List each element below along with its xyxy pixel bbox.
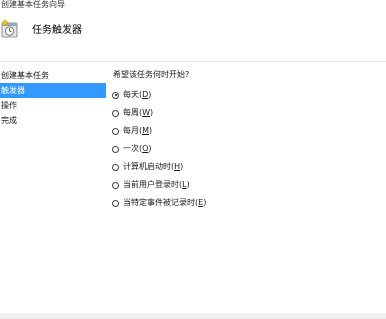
step-action[interactable]: 操作 xyxy=(0,98,106,113)
radio-once[interactable] xyxy=(112,145,119,153)
create-basic-task-wizard: 创建基本任务向导 任务触发器 创建基本任务 触发器 操作 完成 希望该任务何时开… xyxy=(0,0,386,319)
radio-monthly[interactable] xyxy=(112,127,119,135)
radio-daily[interactable] xyxy=(112,91,119,99)
radio-on-event[interactable] xyxy=(112,199,119,207)
radio-weekly[interactable] xyxy=(112,109,119,117)
option-daily[interactable]: 每天(D) xyxy=(112,86,362,104)
step-trigger[interactable]: 触发器 xyxy=(0,83,106,98)
radio-on-logon[interactable] xyxy=(112,181,119,189)
step-create-basic-task[interactable]: 创建基本任务 xyxy=(0,68,106,83)
option-once-label: 一次(O) xyxy=(123,144,152,153)
option-daily-label: 每天(D) xyxy=(123,90,152,99)
wizard-steps-nav: 创建基本任务 触发器 操作 完成 xyxy=(0,68,106,128)
radio-on-startup[interactable] xyxy=(112,163,119,171)
option-once[interactable]: 一次(O) xyxy=(112,140,362,158)
trigger-options: 每天(D) 每周(W) 每月(M) 一次(O) 计算机启动时(H) 当前用户登录… xyxy=(112,86,362,212)
option-on-logon-label: 当前用户登录时(L) xyxy=(123,180,190,189)
step-finish[interactable]: 完成 xyxy=(0,113,106,128)
option-on-event[interactable]: 当特定事件被记录时(E) xyxy=(112,194,362,212)
footer-bar xyxy=(0,313,386,319)
page-title: 任务触发器 xyxy=(32,25,82,36)
option-weekly[interactable]: 每周(W) xyxy=(112,104,362,122)
option-on-startup[interactable]: 计算机启动时(H) xyxy=(112,158,362,176)
option-weekly-label: 每周(W) xyxy=(123,108,154,117)
option-on-startup-label: 计算机启动时(H) xyxy=(123,162,184,171)
option-monthly[interactable]: 每月(M) xyxy=(112,122,362,140)
window-title: 创建基本任务向导 xyxy=(1,0,65,9)
option-monthly-label: 每月(M) xyxy=(123,126,153,135)
option-on-event-label: 当特定事件被记录时(E) xyxy=(123,198,207,207)
trigger-question: 希望该任务何时开始? xyxy=(113,70,190,79)
option-on-logon[interactable]: 当前用户登录时(L) xyxy=(112,176,362,194)
task-wizard-icon xyxy=(0,18,19,38)
header-divider xyxy=(0,61,386,62)
